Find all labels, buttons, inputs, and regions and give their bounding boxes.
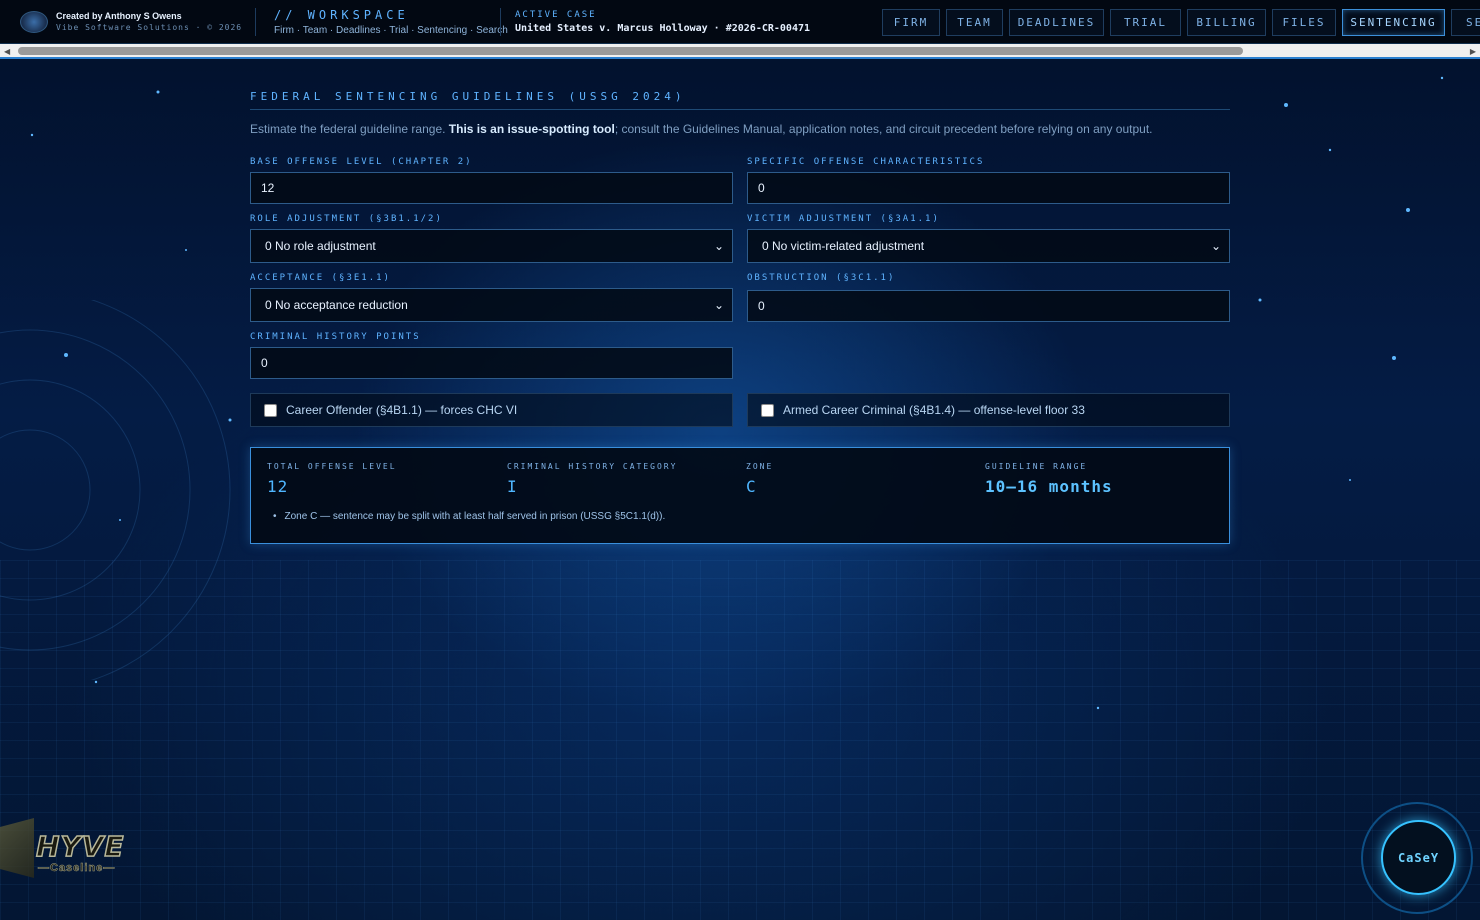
active-case-block: ACTIVE CASE United States v. Marcus Holl… xyxy=(501,10,865,34)
victim-adjustment-label: VICTIM ADJUSTMENT (§3A1.1) xyxy=(747,214,940,224)
zone-value: C xyxy=(746,477,757,496)
chevron-down-icon: ⌄ xyxy=(713,298,724,312)
total-offense-level: TOTAL OFFENSE LEVEL 12 xyxy=(267,462,397,496)
career-offender-checkbox[interactable] xyxy=(264,403,277,417)
guideline-result-card: TOTAL OFFENSE LEVEL 12 CRIMINAL HISTORY … xyxy=(250,447,1230,544)
tab-sentencing[interactable]: SENTENCING xyxy=(1342,9,1445,36)
active-case-label: ACTIVE CASE xyxy=(515,9,597,20)
zone: ZONE C xyxy=(746,462,773,496)
role-adjustment-value: 0 No role adjustment xyxy=(265,239,376,253)
casey-assistant-button[interactable]: CaSeY xyxy=(1381,820,1456,895)
tab-firm[interactable]: FIRM xyxy=(882,9,940,36)
tab-files[interactable]: FILES xyxy=(1272,9,1336,36)
armed-career-label: Armed Career Criminal (§4B1.4) — offense… xyxy=(783,403,1085,417)
criminal-history-category-value: I xyxy=(507,477,518,496)
total-offense-level-value: 12 xyxy=(267,477,289,496)
credit-block: Created by Anthony S Owens Vibe Software… xyxy=(0,10,255,33)
victim-adjustment-select[interactable]: 0 No victim-related adjustment ⌄ xyxy=(747,229,1230,263)
tab-search[interactable]: SEA xyxy=(1451,9,1480,36)
base-offense-input[interactable]: 12 xyxy=(250,172,733,204)
horizontal-scrollbar[interactable]: ◀ ▶ xyxy=(0,44,1480,59)
guideline-range-label: GUIDELINE RANGE xyxy=(985,462,1088,471)
criminal-history-points-label: CRIMINAL HISTORY POINTS xyxy=(250,332,421,342)
intro-text: Estimate the federal guideline range. Th… xyxy=(250,122,1230,136)
career-offender-label: Career Offender (§4B1.1) — forces CHC VI xyxy=(286,403,518,417)
tab-team[interactable]: TEAM xyxy=(946,9,1003,36)
scroll-left-icon[interactable]: ◀ xyxy=(4,47,10,56)
zone-label: ZONE xyxy=(746,462,774,471)
scroll-right-icon[interactable]: ▶ xyxy=(1470,47,1476,56)
vibe-logo-icon xyxy=(20,10,48,33)
soc-label: SPECIFIC OFFENSE CHARACTERISTICS xyxy=(747,157,985,167)
victim-adjustment-value: 0 No victim-related adjustment xyxy=(762,239,925,253)
criminal-history-points-input[interactable]: 0 xyxy=(250,347,733,379)
workspace-title: // WORKSPACE xyxy=(274,7,409,22)
tab-billing[interactable]: BILLING xyxy=(1187,9,1266,36)
obstruction-label: OBSTRUCTION (§3C1.1) xyxy=(747,273,896,283)
acceptance-select[interactable]: 0 No acceptance reduction ⌄ xyxy=(250,288,733,322)
armed-career-checkbox[interactable] xyxy=(761,403,774,417)
intro-post: ; consult the Guidelines Manual, applica… xyxy=(614,122,1153,136)
zone-note: Zone C — sentence may be split with at l… xyxy=(273,511,666,522)
intro-bold: This is an issue-spotting tool xyxy=(448,122,615,136)
criminal-history-category-label: CRIMINAL HISTORY CATEGORY xyxy=(507,462,678,471)
section-title: FEDERAL SENTENCING GUIDELINES (USSG 2024… xyxy=(250,90,1230,110)
hyve-caseline-logo: HYVE —Caseline— xyxy=(0,810,130,890)
acceptance-label: ACCEPTANCE (§3E1.1) xyxy=(250,273,391,283)
acceptance-value: 0 No acceptance reduction xyxy=(265,298,408,312)
total-offense-level-label: TOTAL OFFENSE LEVEL xyxy=(267,462,397,471)
armed-career-option[interactable]: Armed Career Criminal (§4B1.4) — offense… xyxy=(747,393,1230,427)
sentencing-panel: FEDERAL SENTENCING GUIDELINES (USSG 2024… xyxy=(250,90,1230,136)
workspace-block: // WORKSPACE Firm · Team · Deadlines · T… xyxy=(256,7,508,36)
role-adjustment-label: ROLE ADJUSTMENT (§3B1.1/2) xyxy=(250,214,443,224)
base-offense-label: BASE OFFENSE LEVEL (CHAPTER 2) xyxy=(250,157,473,167)
tab-deadlines[interactable]: DEADLINES xyxy=(1009,9,1104,36)
logo-word: HYVE xyxy=(35,829,125,864)
guideline-range-value: 10–16 months xyxy=(985,477,1113,496)
workspace-links[interactable]: Firm · Team · Deadlines · Trial · Senten… xyxy=(274,25,508,36)
obstruction-input[interactable]: 0 xyxy=(747,290,1230,322)
tab-trial[interactable]: TRIAL xyxy=(1110,9,1181,36)
hex-logo-icon xyxy=(0,818,34,878)
career-offender-option[interactable]: Career Offender (§4B1.1) — forces CHC VI xyxy=(250,393,733,427)
chevron-down-icon: ⌄ xyxy=(1210,239,1221,253)
scrollbar-thumb[interactable] xyxy=(18,47,1243,55)
criminal-history-category: CRIMINAL HISTORY CATEGORY I xyxy=(507,462,677,496)
credit-name: Created by Anthony S Owens xyxy=(56,10,182,21)
main-tabs: FIRM TEAM DEADLINES TRIAL BILLING FILES … xyxy=(882,9,1480,36)
logo-sub: —Caseline— xyxy=(38,862,116,875)
active-case-value: United States v. Marcus Holloway · #2026… xyxy=(515,22,811,34)
intro-pre: Estimate the federal guideline range. xyxy=(250,122,449,136)
guideline-range: GUIDELINE RANGE 10–16 months xyxy=(985,462,1113,496)
chevron-down-icon: ⌄ xyxy=(713,239,724,253)
top-bar: Created by Anthony S Owens Vibe Software… xyxy=(0,0,1480,44)
background-grid xyxy=(0,560,1480,920)
role-adjustment-select[interactable]: 0 No role adjustment ⌄ xyxy=(250,229,733,263)
credit-sub: Vibe Software Solutions · © 2026 xyxy=(56,22,243,32)
soc-input[interactable]: 0 xyxy=(747,172,1230,204)
